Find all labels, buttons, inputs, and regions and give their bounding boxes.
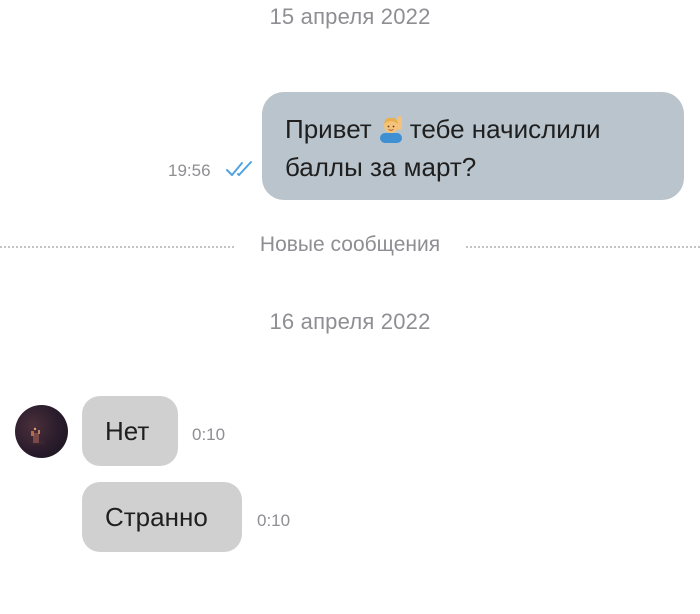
incoming-message-bubble[interactable]: Странно <box>82 482 242 552</box>
dotted-line <box>466 246 700 248</box>
double-check-icon <box>226 161 252 176</box>
message-time: 0:10 <box>257 511 291 530</box>
date-separator: 16 апреля 2022 <box>269 309 431 334</box>
new-messages-label: Новые сообщения <box>259 233 441 256</box>
avatar-image <box>29 427 45 445</box>
message-text: Нет <box>105 416 150 446</box>
message-text: Странно <box>105 502 208 532</box>
message-text-part: Привет <box>285 114 372 144</box>
outgoing-message-bubble[interactable]: Привет тебе начислили баллы за март? <box>262 92 684 200</box>
avatar[interactable] <box>15 405 68 458</box>
incoming-message-bubble[interactable]: Нет <box>82 396 178 466</box>
date-separator: 15 апреля 2022 <box>269 4 431 29</box>
new-messages-divider: Новые сообщения <box>0 232 700 262</box>
person-raising-hand-emoji <box>379 116 402 143</box>
message-time: 0:10 <box>192 425 226 444</box>
message-time: 19:56 <box>168 161 211 180</box>
